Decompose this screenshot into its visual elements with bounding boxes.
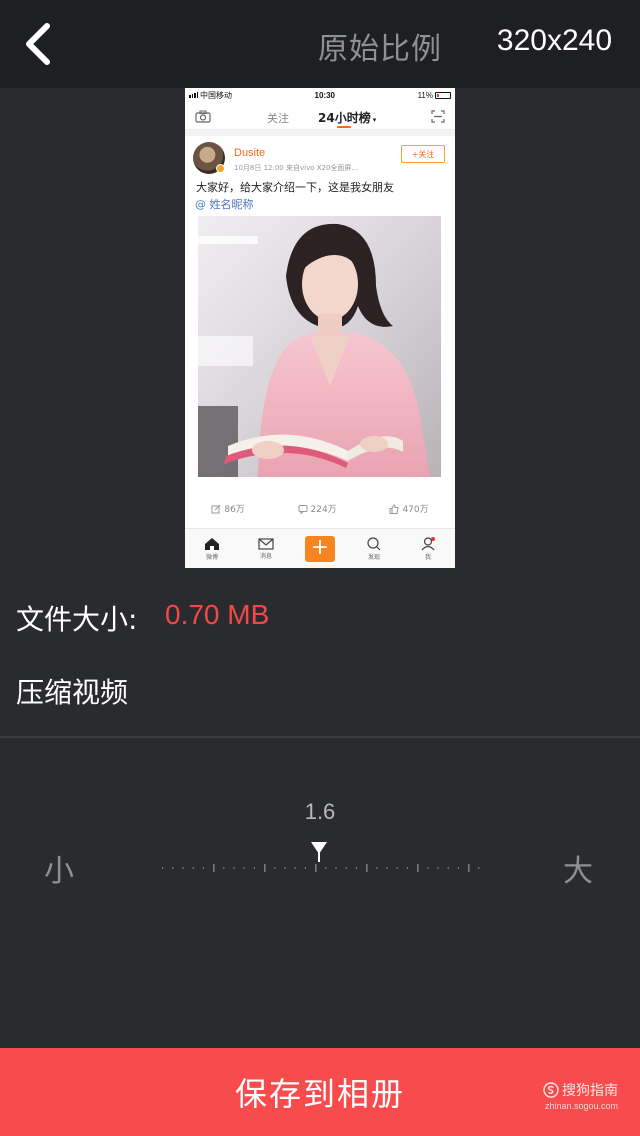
mail-icon <box>258 537 274 550</box>
battery-icon <box>434 91 451 99</box>
post-mention: @ 姓名昵称 <box>195 198 254 211</box>
preview-tab-messages: 消息 <box>246 537 286 560</box>
slider-major-tick <box>417 864 419 872</box>
search-icon <box>367 536 381 550</box>
plus-icon: + <box>305 535 335 562</box>
slider-minor-tick <box>304 867 306 869</box>
status-time: 10:30 <box>314 90 336 100</box>
verified-badge-icon <box>216 164 225 173</box>
slider-min-label: 小 <box>44 854 74 889</box>
slider-minor-tick <box>284 867 286 869</box>
slider-ticks <box>162 864 480 872</box>
slider-minor-tick <box>325 867 327 869</box>
slider-minor-tick <box>427 867 429 869</box>
slider-major-tick <box>264 864 266 872</box>
slider-minor-tick <box>335 867 337 869</box>
slider-minor-tick <box>447 867 449 869</box>
slider-max-label: 大 <box>563 854 593 889</box>
slider-minor-tick <box>202 867 204 869</box>
resolution-option[interactable]: 320x240 <box>497 24 612 58</box>
sogou-logo-icon <box>543 1082 559 1098</box>
comment-icon <box>298 504 308 514</box>
slider-major-tick <box>315 864 317 872</box>
slider-minor-tick <box>406 867 408 869</box>
camera-icon <box>195 110 211 123</box>
slider-minor-tick <box>376 867 378 869</box>
chevron-left-icon <box>26 23 50 65</box>
slider-minor-tick <box>233 867 235 869</box>
back-button[interactable] <box>14 18 62 70</box>
preview-nav: 关注 24小时榜 ▾ <box>185 102 455 130</box>
preview-post: Dusite 10月8日 12:00 来自vivo X20全面屏... +关注 … <box>185 136 455 528</box>
slider-minor-tick <box>396 867 398 869</box>
repost-icon <box>211 504 221 513</box>
user-icon <box>421 536 435 550</box>
comment-count: 224万 <box>298 502 337 515</box>
caret-down-icon: ▾ <box>372 116 377 124</box>
post-meta: 10月8日 12:00 来自vivo X20全面屏... <box>234 164 359 172</box>
photo-illustration <box>198 216 441 477</box>
scan-icon <box>431 110 445 123</box>
compression-value: 1.6 <box>304 799 336 824</box>
slider-minor-tick <box>355 867 357 869</box>
repost-count: 86万 <box>211 502 245 515</box>
post-text: 大家好，给大家介绍一下，这是我女朋友 <box>196 181 394 194</box>
watermark-brand: 搜狗指南 <box>562 1083 618 1099</box>
preview-tab-compose: + <box>300 535 340 562</box>
preview-tabbar: 微博 消息 + 发现 我 <box>185 528 455 568</box>
slider-ruler <box>162 842 480 872</box>
slider-minor-tick <box>294 867 296 869</box>
slider-minor-tick <box>172 867 174 869</box>
tab-underline <box>337 126 351 128</box>
slider-minor-tick <box>386 867 388 869</box>
slider-major-tick <box>213 864 215 872</box>
home-icon <box>205 537 219 550</box>
video-preview: 中国移动 10:30 11% 关注 24小时榜 ▾ Dusite 10月8日 12… <box>185 88 455 568</box>
post-username: Dusite <box>234 147 266 159</box>
slider-minor-tick <box>182 867 184 869</box>
file-size-value: 0.70 MB <box>165 599 270 630</box>
slider-thumb[interactable] <box>311 842 327 862</box>
carrier-text: 中国移动 <box>200 90 232 100</box>
slider-major-tick <box>366 864 368 872</box>
watermark: 搜狗指南 zhinan.sogou.com <box>543 1080 618 1111</box>
top-bar: 原始比例 320x240 <box>0 0 640 88</box>
aspect-ratio-option[interactable]: 原始比例 <box>318 24 442 68</box>
file-size-label: 文件大小: <box>16 603 138 636</box>
slider-minor-tick <box>457 867 459 869</box>
watermark-url: zhinan.sogou.com <box>544 1101 618 1111</box>
post-photo <box>198 216 441 477</box>
slider-minor-tick <box>192 867 194 869</box>
signal-icon <box>189 91 198 98</box>
like-count: 470万 <box>389 502 429 515</box>
compress-video-screen: 原始比例 320x240 中国移动 10:30 11% 关注 24小时榜 ▾ D… <box>0 0 640 1136</box>
slider-minor-tick <box>223 867 225 869</box>
preview-status-bar: 中国移动 10:30 11% <box>185 88 455 102</box>
slider-minor-tick <box>243 867 245 869</box>
preview-tab-home: 微博 <box>192 537 232 561</box>
thumbs-up-icon <box>389 503 400 514</box>
slider-minor-tick <box>437 867 439 869</box>
preview-tab-discover: 发现 <box>354 536 394 561</box>
slider-minor-tick <box>253 867 255 869</box>
slider-minor-tick <box>478 867 480 869</box>
slider-minor-tick <box>162 867 164 869</box>
preview-tab-hot: 24小时榜 ▾ <box>318 111 377 125</box>
preview-follow-button: +关注 <box>401 145 445 163</box>
divider <box>0 736 640 738</box>
slider-minor-tick <box>345 867 347 869</box>
preview-tab-me: 我 <box>408 536 448 561</box>
preview-tab-follow: 关注 <box>267 112 289 125</box>
battery-percent: 11% <box>417 90 433 100</box>
post-stats: 86万 224万 470万 <box>185 502 455 515</box>
compression-slider[interactable] <box>150 840 490 880</box>
slider-major-tick <box>468 864 470 872</box>
slider-minor-tick <box>274 867 276 869</box>
compress-video-label: 压缩视频 <box>16 676 129 709</box>
